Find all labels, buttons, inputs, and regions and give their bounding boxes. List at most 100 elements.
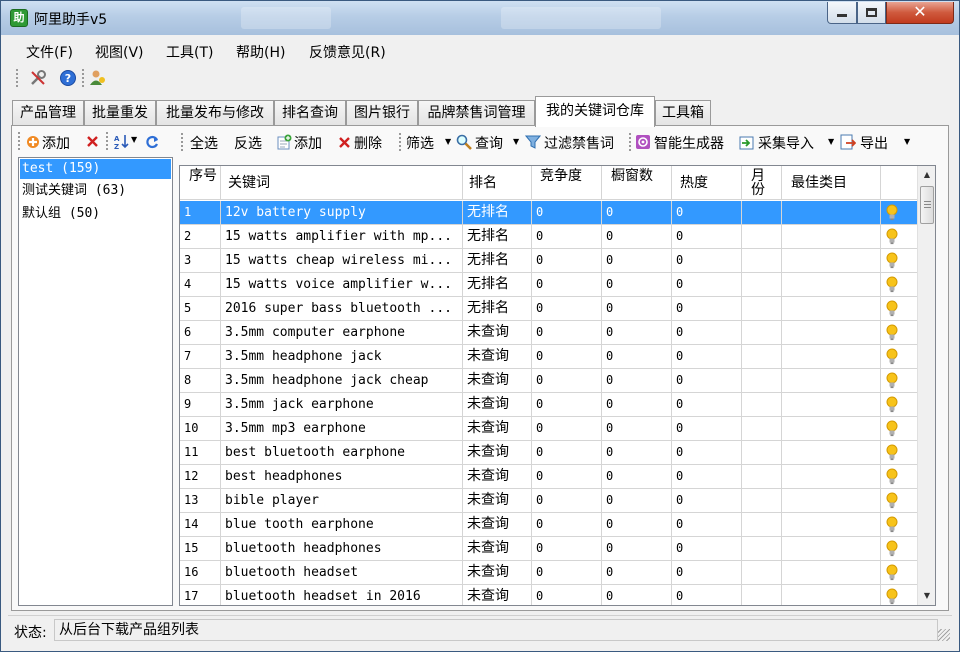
column-header-best-category[interactable]: 最佳类目 [782,166,881,200]
lightbulb-icon[interactable] [886,516,898,533]
table-row[interactable]: 15 bluetooth headphones 未查询 0 0 0 [180,537,917,561]
cell-showcase: 0 [602,489,672,512]
table-row[interactable]: 7 3.5mm headphone jack 未查询 0 0 0 [180,345,917,369]
lightbulb-icon[interactable] [886,228,898,245]
table-row[interactable]: 9 3.5mm jack earphone 未查询 0 0 0 [180,393,917,417]
maximize-button[interactable] [857,2,886,24]
column-header-heat[interactable]: 热度 [672,166,742,200]
column-header-keyword[interactable]: 关键词 [221,166,463,200]
table-row[interactable]: 5 2016 super bass bluetooth ... 无排名 0 0 0 [180,297,917,321]
lightbulb-icon[interactable] [886,540,898,557]
sort-icon[interactable]: A Z [113,133,129,150]
table-row[interactable]: 8 3.5mm headphone jack cheap 未查询 0 0 0 [180,369,917,393]
group-item-test[interactable]: test (159) [20,159,171,179]
query-button[interactable]: 查询 [475,133,503,153]
collect-import-button[interactable]: 采集导入 [758,133,814,153]
lightbulb-icon[interactable] [886,588,898,605]
lightbulb-icon[interactable] [886,276,898,293]
cell-showcase: 0 [602,417,672,440]
title-bar[interactable]: 助 阿里助手v5 ✕ [1,1,959,35]
filter-dropdown-arrow-icon[interactable]: ▼ [445,137,451,146]
menu-tools[interactable]: 工具(T) [166,42,213,62]
table-row[interactable]: 17 bluetooth headset in 2016 未查询 0 0 0 [180,585,917,605]
select-all-button[interactable]: 全选 [190,133,218,153]
menu-file[interactable]: 文件(F) [26,42,73,62]
tab-keyword-warehouse[interactable]: 我的关键词仓库 [535,96,655,127]
resize-grip[interactable] [938,629,950,641]
menu-feedback[interactable]: 反馈意见(R) [309,42,386,62]
keyword-group-list[interactable]: test (159) 测试关键词 (63) 默认组 (50) [18,157,173,606]
import-dropdown-arrow-icon[interactable]: ▼ [828,137,834,146]
keyword-grid[interactable]: 序号 关键词 排名 竞争度 橱窗数 热度 月份 最佳类目 1 12v batter… [179,165,936,606]
column-header-index[interactable]: 序号 [180,166,221,200]
minimize-button[interactable] [827,2,857,24]
tab-product-management[interactable]: 产品管理 [12,100,84,126]
close-button[interactable]: ✕ [886,2,954,24]
scroll-thumb[interactable] [920,186,934,224]
menu-view[interactable]: 视图(V) [95,42,144,62]
lightbulb-icon[interactable] [886,564,898,581]
cell-rank: 未查询 [463,417,532,440]
vertical-scrollbar[interactable]: ▲ ▼ [917,166,935,605]
filter-banned-words-button[interactable]: 过滤禁售词 [544,133,614,153]
add-keyword-button[interactable]: 添加 [294,133,322,153]
smart-generator-button[interactable]: 智能生成器 [654,133,724,153]
query-dropdown-arrow-icon[interactable]: ▼ [513,137,519,146]
delete-group-icon[interactable] [86,135,99,148]
column-header-competition[interactable]: 竞争度 [532,166,602,200]
table-row[interactable]: 6 3.5mm computer earphone 未查询 0 0 0 [180,321,917,345]
cell-heat: 0 [672,417,742,440]
tab-rank-query[interactable]: 排名查询 [274,100,346,126]
lightbulb-icon[interactable] [886,492,898,509]
add-group-button[interactable]: 添加 [42,133,70,153]
tools-icon[interactable] [29,69,47,87]
export-button[interactable]: 导出 [860,133,888,153]
sort-dropdown-arrow-icon[interactable]: ▼ [131,135,137,144]
lightbulb-icon[interactable] [886,300,898,317]
lightbulb-icon[interactable] [886,348,898,365]
table-row[interactable]: 12 best headphones 未查询 0 0 0 [180,465,917,489]
table-row[interactable]: 16 bluetooth headset 未查询 0 0 0 [180,561,917,585]
table-row[interactable]: 2 15 watts amplifier with mp... 无排名 0 0 0 [180,225,917,249]
group-item-test-keywords[interactable]: 测试关键词 (63) [20,181,171,201]
lightbulb-icon[interactable] [886,324,898,341]
invert-selection-button[interactable]: 反选 [234,133,262,153]
table-row[interactable]: 3 15 watts cheap wireless mi... 无排名 0 0 0 [180,249,917,273]
export-dropdown-arrow-icon[interactable]: ▼ [904,137,910,146]
column-header-showcase[interactable]: 橱窗数 [602,166,672,200]
table-row[interactable]: 13 bible player 未查询 0 0 0 [180,489,917,513]
tab-bulk-publish[interactable]: 批量发布与修改 [156,100,274,126]
lightbulb-icon[interactable] [886,420,898,437]
menu-help[interactable]: 帮助(H) [236,42,285,62]
delete-keyword-button[interactable]: 删除 [354,133,382,153]
table-row[interactable]: 4 15 watts voice amplifier w... 无排名 0 0 0 [180,273,917,297]
lightbulb-icon[interactable] [886,372,898,389]
column-header-rank[interactable]: 排名 [463,166,532,200]
cell-showcase: 0 [602,225,672,248]
help-icon[interactable]: ? [59,69,77,87]
scroll-up-icon[interactable]: ▲ [918,166,935,183]
user-icon[interactable] [88,69,106,87]
column-header-month[interactable]: 月份 [742,166,782,200]
table-row[interactable]: 1 12v battery supply 无排名 0 0 0 [180,201,917,225]
filter-button[interactable]: 筛选 [406,133,434,153]
table-row[interactable]: 11 best bluetooth earphone 未查询 0 0 0 [180,441,917,465]
lightbulb-icon[interactable] [886,204,898,221]
cell-competition: 0 [532,489,602,512]
refresh-icon[interactable] [145,134,160,149]
lightbulb-icon[interactable] [886,396,898,413]
tab-toolbox[interactable]: 工具箱 [655,100,711,126]
group-item-default[interactable]: 默认组 (50) [20,204,171,224]
table-row[interactable]: 14 blue tooth earphone 未查询 0 0 0 [180,513,917,537]
lightbulb-icon[interactable] [886,468,898,485]
lightbulb-icon[interactable] [886,444,898,461]
table-row[interactable]: 10 3.5mm mp3 earphone 未查询 0 0 0 [180,417,917,441]
tab-brand-banned-words[interactable]: 品牌禁售词管理 [418,100,535,126]
tab-bulk-repost[interactable]: 批量重发 [84,100,156,126]
toolbar-grip[interactable] [16,69,19,87]
tab-image-bank[interactable]: 图片银行 [346,100,418,126]
scroll-down-icon[interactable]: ▼ [918,587,935,604]
toolbar-grip[interactable] [18,132,21,150]
lightbulb-icon[interactable] [886,252,898,269]
toolbar-grip[interactable] [181,133,184,151]
